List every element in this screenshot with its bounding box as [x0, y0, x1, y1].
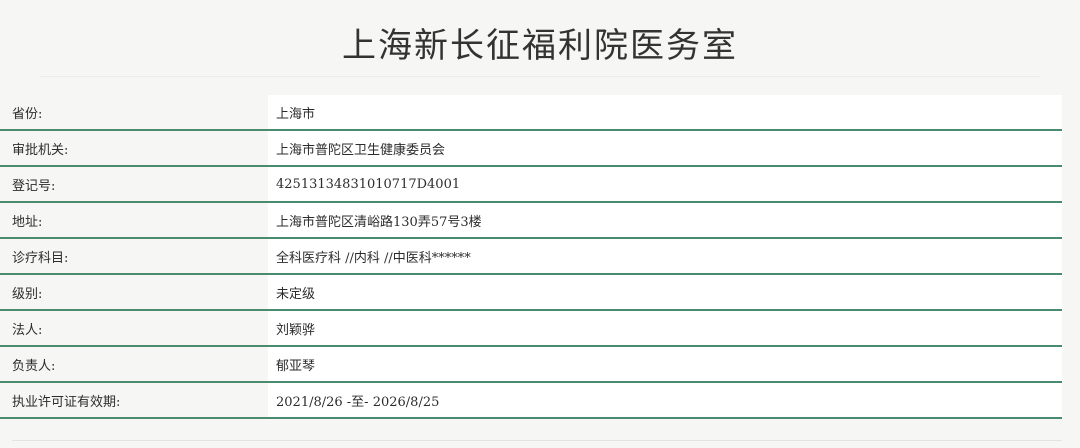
row-value: 全科医疗科 //内科 //中医科****** [268, 239, 1062, 273]
row-value: 上海市普陀区清峪路130弄57号3楼 [268, 203, 1062, 237]
row-label: 登记号: [0, 167, 268, 201]
title-divider [40, 76, 1040, 77]
row-label: 审批机关: [0, 131, 268, 165]
row-label: 负责人: [0, 347, 268, 381]
table-row-departments: 诊疗科目: 全科医疗科 //内科 //中医科****** [0, 239, 1062, 275]
row-label: 级别: [0, 275, 268, 309]
bottom-divider [12, 440, 1062, 441]
table-row-address: 地址: 上海市普陀区清峪路130弄57号3楼 [0, 203, 1062, 239]
table-row-person-in-charge: 负责人: 郁亚琴 [0, 347, 1062, 383]
row-value: 上海市普陀区卫生健康委员会 [268, 131, 1062, 165]
table-row-province: 省份: 上海市 [0, 95, 1062, 131]
row-value: 刘颖骅 [268, 311, 1062, 345]
row-label: 法人: [0, 311, 268, 345]
page-title: 上海新长征福利院医务室 [342, 26, 738, 66]
row-label: 省份: [0, 95, 268, 129]
row-label: 执业许可证有效期: [0, 383, 268, 417]
row-value: 上海市 [268, 95, 1062, 129]
row-value: 郁亚琴 [268, 347, 1062, 381]
row-value: 未定级 [268, 275, 1062, 309]
row-label: 地址: [0, 203, 268, 237]
page: 上海新长征福利院医务室 省份: 上海市 审批机关: 上海市普陀区卫生健康委员会 … [0, 0, 1080, 448]
row-value: 42513134831010717D4001 [268, 167, 1062, 201]
row-label: 诊疗科目: [0, 239, 268, 273]
table-row-approval-authority: 审批机关: 上海市普陀区卫生健康委员会 [0, 131, 1062, 167]
table-row-legal-person: 法人: 刘颖骅 [0, 311, 1062, 347]
table-row-level: 级别: 未定级 [0, 275, 1062, 311]
table-row-license-validity: 执业许可证有效期: 2021/8/26 -至- 2026/8/25 [0, 383, 1062, 419]
info-table: 省份: 上海市 审批机关: 上海市普陀区卫生健康委员会 登记号: 4251313… [0, 95, 1062, 419]
row-value: 2021/8/26 -至- 2026/8/25 [268, 383, 1062, 417]
table-row-registration-number: 登记号: 42513134831010717D4001 [0, 167, 1062, 203]
